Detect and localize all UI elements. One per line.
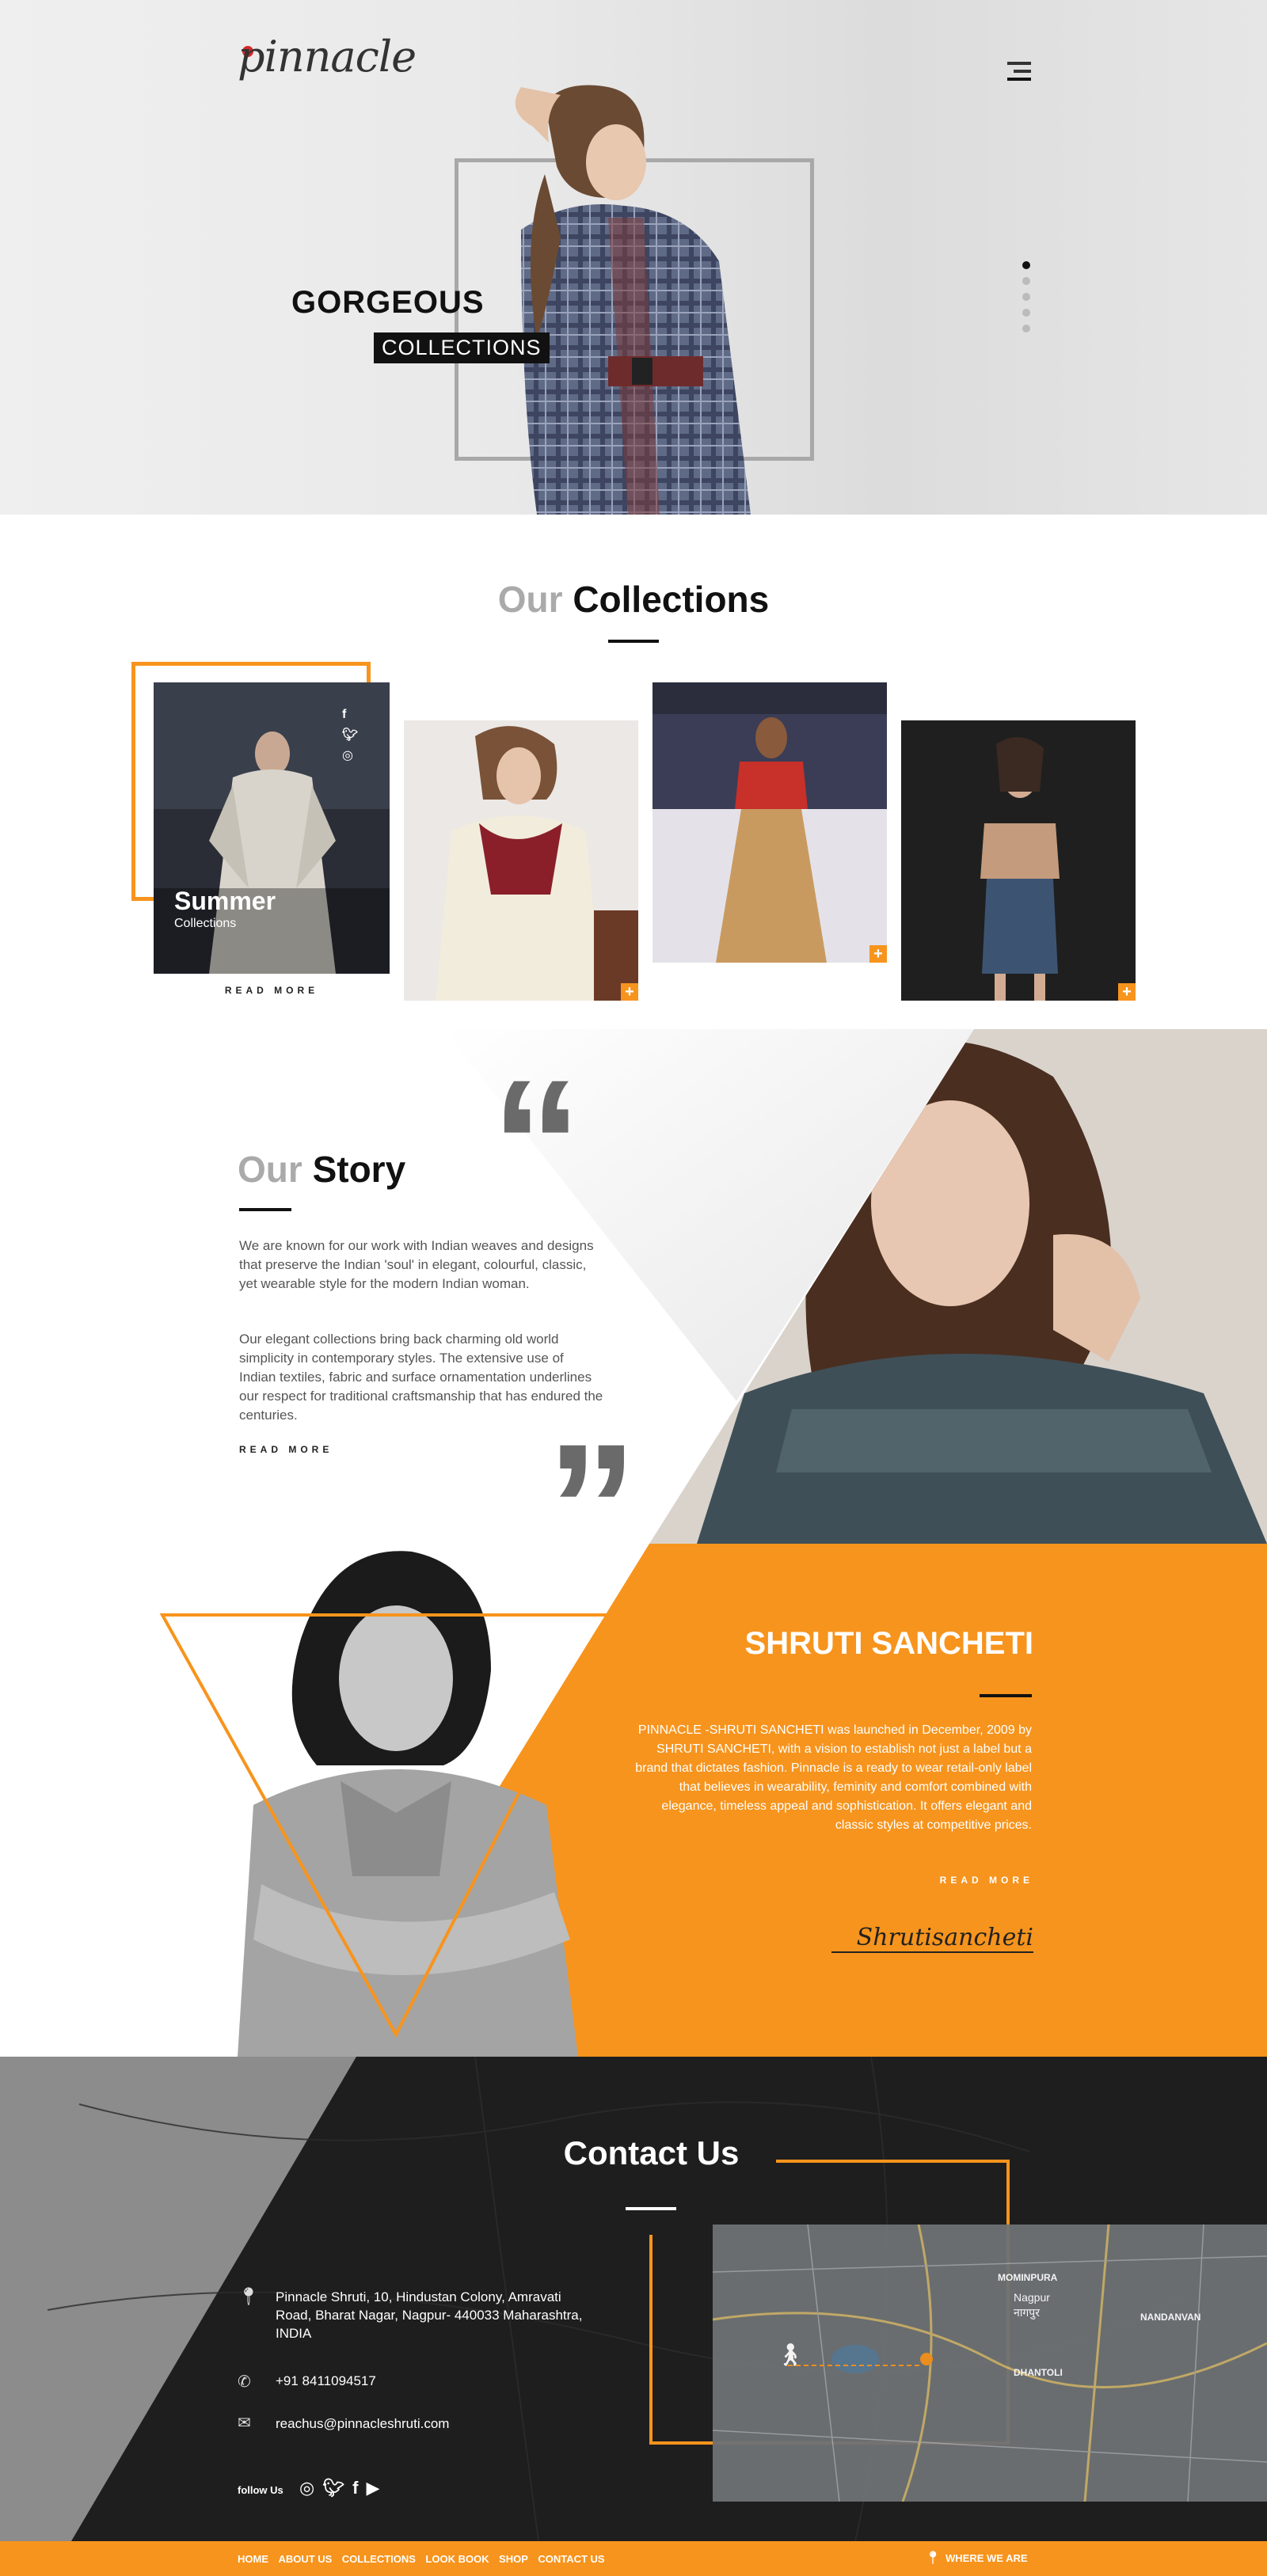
map-label: Nagpur xyxy=(1014,2291,1050,2304)
facebook-icon[interactable]: f xyxy=(352,2478,366,2498)
founder-rule xyxy=(980,1694,1032,1697)
location-pin-icon: 📍︎ xyxy=(925,2551,942,2565)
youtube-icon[interactable]: ▶ xyxy=(366,2478,387,2498)
collection-image xyxy=(901,720,1136,1001)
founder-name: SHRUTI SANCHETI xyxy=(744,1626,1033,1661)
story-title: Our Story xyxy=(238,1149,406,1190)
location-pin-icon: 📍︎ xyxy=(238,2286,260,2306)
instagram-icon[interactable]: ◎ xyxy=(342,746,358,766)
slider-dot[interactable] xyxy=(1022,325,1030,332)
collection-card[interactable]: + xyxy=(901,720,1136,1001)
collections-title: Our Collections xyxy=(497,579,770,620)
hamburger-icon[interactable] xyxy=(1007,62,1031,85)
where-we-are-link[interactable]: WHERE WE ARE xyxy=(945,2552,1028,2564)
footer-link-shop[interactable]: SHOP xyxy=(499,2553,528,2565)
follow-label: follow Us xyxy=(238,2484,283,2496)
founder-section: SHRUTI SANCHETI PINNACLE -SHRUTI SANCHET… xyxy=(0,1544,1267,2057)
expand-plus-button[interactable]: + xyxy=(1118,983,1136,1001)
facebook-icon[interactable]: f xyxy=(342,705,358,725)
close-quote-icon: ” xyxy=(546,1406,637,1544)
address-text: Pinnacle Shruti, 10, Hindustan Colony, A… xyxy=(276,2289,583,2341)
footer-link-collections[interactable]: COLLECTIONS xyxy=(342,2553,416,2565)
collection-card-summer[interactable]: f 🐦︎ ◎ Summer Collections xyxy=(154,682,390,974)
collection-image xyxy=(404,720,638,1001)
founder-signature: Shrutisancheti xyxy=(831,1924,1033,1953)
open-quote-icon: “ xyxy=(491,1042,582,1245)
contact-title: Contact Us xyxy=(563,2134,740,2171)
footer-link-about[interactable]: ABOUT US xyxy=(278,2553,332,2565)
footer-link-home[interactable]: HOME xyxy=(238,2553,268,2565)
footer-bar: HOME ABOUT US COLLECTIONS LOOK BOOK SHOP… xyxy=(0,2541,1267,2576)
founder-bio: PINNACLE -SHRUTI SANCHETI was launched i… xyxy=(635,1723,1032,1832)
walking-icon: 🚶︎ xyxy=(776,2342,805,2367)
hero-tag: COLLECTIONS xyxy=(374,332,550,363)
collection-card[interactable]: + xyxy=(653,682,887,963)
title-rule xyxy=(608,640,659,643)
card-title: Summer xyxy=(174,887,276,915)
slider-dot[interactable] xyxy=(1022,261,1030,269)
phone-icon: ✆ xyxy=(238,2373,251,2391)
map-label: NANDANVAN xyxy=(1140,2312,1201,2323)
twitter-icon[interactable]: 🐦︎ xyxy=(342,725,358,746)
map-label: नागपुर xyxy=(1014,2306,1040,2319)
read-more-link[interactable]: READ MORE xyxy=(154,985,390,996)
collections-section: Our Collections f 🐦︎ ◎ Summer Collection… xyxy=(0,515,1267,1029)
slider-dot[interactable] xyxy=(1022,293,1030,301)
card-subtitle: Collections xyxy=(174,917,237,930)
slider-dot[interactable] xyxy=(1022,277,1030,285)
footer-link-lookbook[interactable]: LOOK BOOK xyxy=(425,2553,489,2565)
instagram-icon[interactable]: ◎ xyxy=(299,2478,322,2498)
email-icon: ✉ xyxy=(238,2415,251,2432)
hero-section: pinnacle GORGEOUS COLLECTIONS xyxy=(0,0,1267,515)
email-link[interactable]: reachus@pinnacleshruti.com xyxy=(276,2416,449,2432)
twitter-icon[interactable]: 🐦︎ xyxy=(322,2478,352,2498)
story-paragraph-1: We are known for our work with Indian we… xyxy=(239,1238,594,1291)
slider-dots[interactable] xyxy=(1022,261,1030,340)
slider-dot[interactable] xyxy=(1022,309,1030,317)
founder-read-more-link[interactable]: READ MORE xyxy=(871,1875,1033,1886)
map-label: MOMINPURA xyxy=(998,2272,1058,2283)
story-read-more-link[interactable]: READ MORE xyxy=(239,1444,333,1455)
story-rule xyxy=(239,1208,291,1211)
expand-plus-button[interactable]: + xyxy=(869,945,887,963)
expand-plus-button[interactable]: + xyxy=(621,983,638,1001)
collection-card[interactable]: + xyxy=(404,720,638,1001)
footer-nav: HOME ABOUT US COLLECTIONS LOOK BOOK SHOP… xyxy=(238,2552,611,2567)
hero-model-image xyxy=(515,85,751,515)
location-map[interactable]: 🚶︎ MOMINPURA Nagpur नागपुर NANDANVAN DHA… xyxy=(713,2225,1267,2502)
story-section: “ ” Our Story We are known for our work … xyxy=(0,1029,1267,1544)
brand-logo[interactable]: pinnacle xyxy=(238,32,417,82)
phone-number[interactable]: +91 8411094517 xyxy=(276,2373,376,2389)
footer-link-contact[interactable]: CONTACT US xyxy=(538,2553,604,2565)
hero-headline: GORGEOUS xyxy=(291,285,485,320)
map-label: DHANTOLI xyxy=(1014,2367,1063,2378)
collection-image xyxy=(653,682,887,963)
story-paragraph-2: Our elegant collections bring back charm… xyxy=(239,1332,603,1423)
contact-section: Contact Us 🚶︎ MOMINPURA Nagpur नागपुर NA… xyxy=(0,2057,1267,2541)
